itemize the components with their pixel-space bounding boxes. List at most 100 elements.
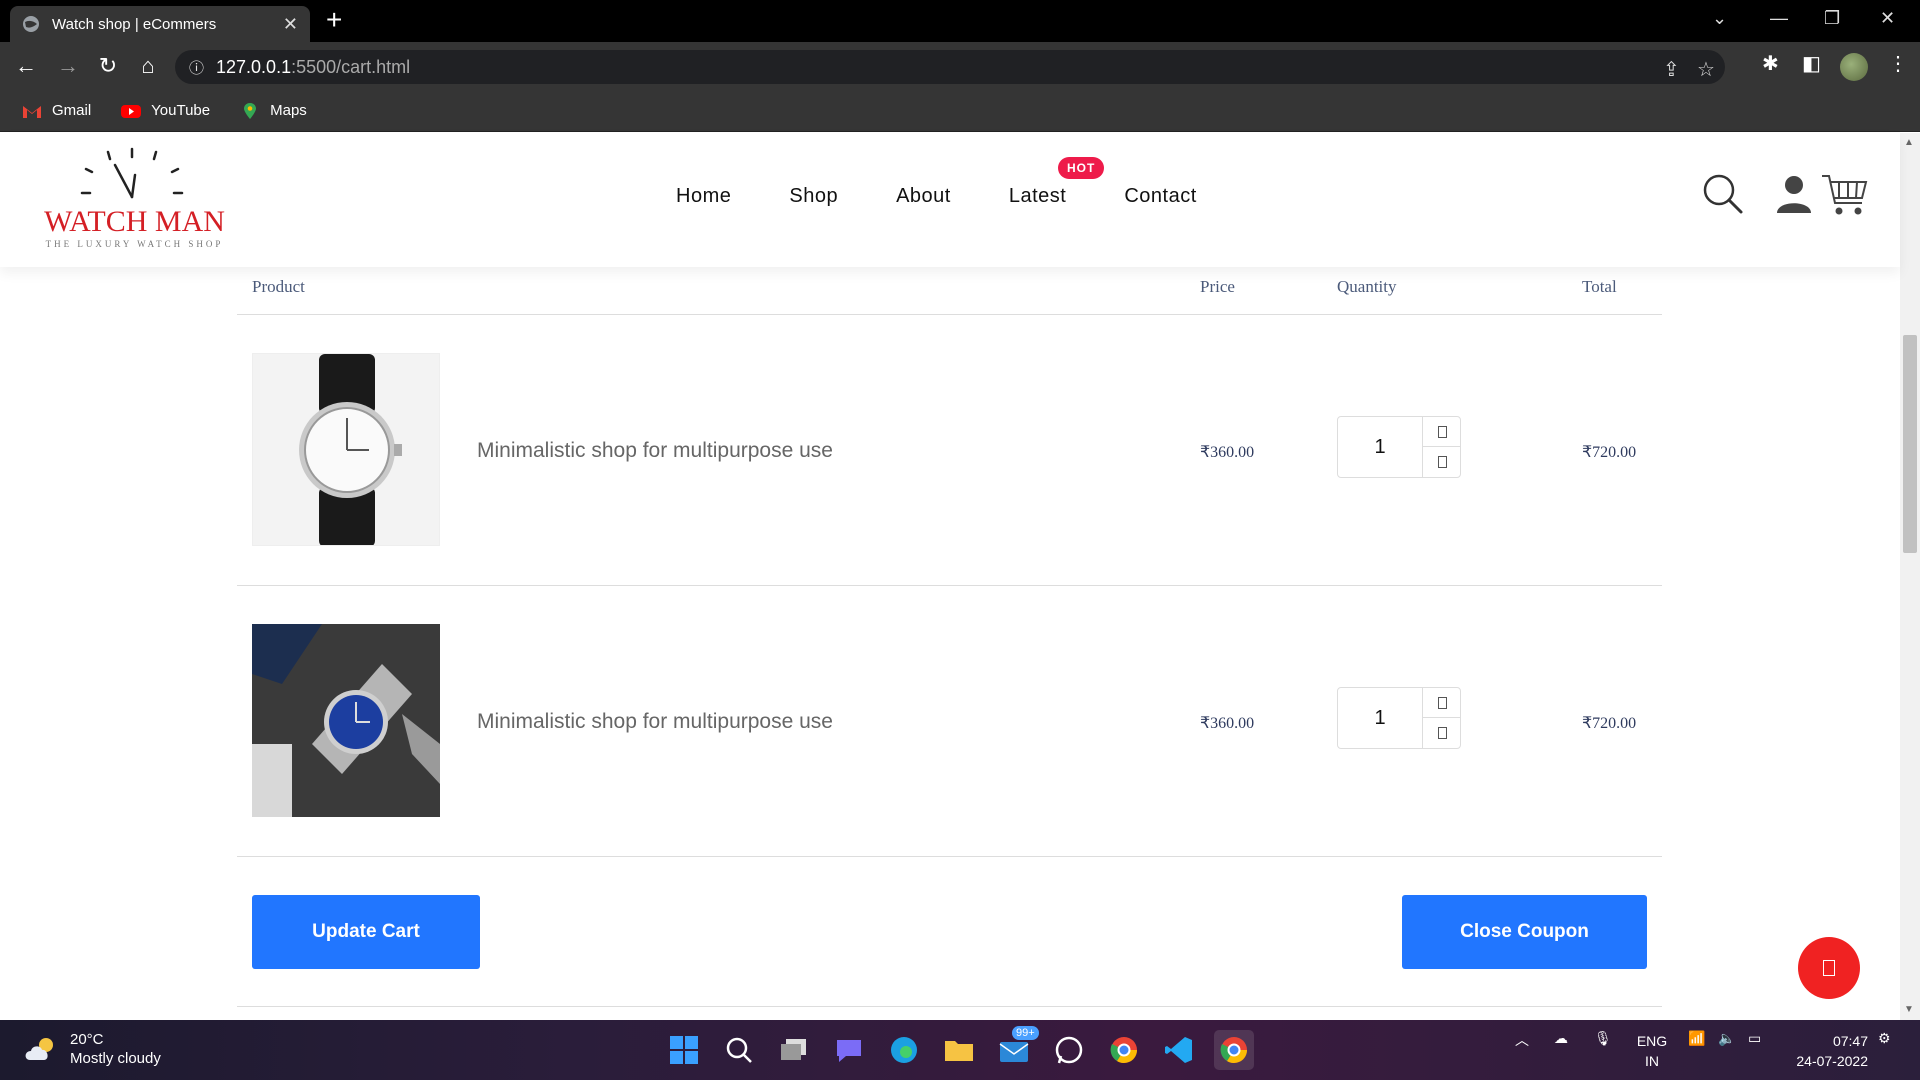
chevron-up-icon[interactable]: ︿	[1515, 1030, 1529, 1050]
notification-badge: 99+	[1012, 1026, 1039, 1040]
url-host: 127.0.0.1	[216, 56, 292, 77]
reload-icon[interactable]: ↻	[94, 52, 122, 80]
arrow-up-icon	[1437, 425, 1447, 438]
bookmark-youtube[interactable]: YouTube	[121, 102, 210, 119]
quantity-increment-button[interactable]	[1422, 417, 1461, 447]
quantity-decrement-button[interactable]	[1422, 718, 1461, 748]
url-path: :5500/cart.html	[291, 56, 411, 77]
wifi-icon[interactable]: 📶	[1688, 1030, 1705, 1047]
chrome-icon	[1110, 1037, 1138, 1064]
logo-wordmark[interactable]: WATCH MAN	[42, 205, 227, 239]
cart-actions: Update Cart Close Coupon	[237, 857, 1662, 1007]
input-language[interactable]: ENG IN	[1632, 1031, 1672, 1071]
minimize-icon[interactable]: —	[1770, 8, 1788, 29]
microphone-icon[interactable]: 🎙	[1594, 1030, 1612, 1047]
info-icon[interactable]: ⓘ	[189, 57, 204, 78]
cart-row: Minimalistic shop for multipurpose use ₹…	[237, 315, 1662, 586]
clock-logo-icon	[80, 147, 184, 199]
side-panel-icon[interactable]: ◧	[1802, 51, 1821, 76]
bookmark-gmail[interactable]: Gmail	[22, 102, 91, 119]
edge-button[interactable]	[884, 1030, 924, 1070]
product-name[interactable]: Minimalistic shop for multipurpose use	[477, 710, 833, 734]
onedrive-icon[interactable]: ☁	[1554, 1030, 1568, 1047]
logo-tagline: THE LUXURY WATCH SHOP	[45, 239, 224, 249]
back-icon[interactable]: ←	[12, 52, 40, 80]
taskbar-search-button[interactable]	[719, 1030, 759, 1070]
menu-dots-icon[interactable]: ⋮	[1888, 51, 1908, 76]
mail-icon	[999, 1042, 1029, 1062]
scroll-up-icon[interactable]: ▲	[1904, 137, 1914, 148]
tab-title: Watch shop | eCommers	[52, 15, 217, 33]
globe-icon	[23, 16, 39, 32]
user-icon[interactable]	[1774, 173, 1814, 215]
header-price: Price	[1200, 277, 1235, 296]
quantity-decrement-button[interactable]	[1422, 447, 1461, 477]
bookmark-label: Gmail	[52, 102, 92, 119]
bookmark-star-icon[interactable]: ☆	[1697, 57, 1715, 82]
bookmark-maps[interactable]: Maps	[240, 102, 307, 119]
notifications-icon[interactable]: ⚙	[1878, 1030, 1891, 1047]
nav-home[interactable]: Home	[676, 185, 731, 208]
forward-icon[interactable]: →	[54, 52, 82, 80]
battery-icon[interactable]: ▭	[1748, 1030, 1761, 1047]
new-tab-button[interactable]: +	[326, 6, 342, 34]
scrollbar-thumb[interactable]	[1903, 335, 1917, 553]
cart-table: Product Price Quantity Total Minimalisti…	[237, 267, 1662, 1007]
weather-temperature: 20°C	[70, 1031, 104, 1048]
tab-search-icon[interactable]: ⌄	[1712, 8, 1727, 29]
scroll-down-icon[interactable]: ▼	[1904, 1004, 1914, 1015]
scrollbar-track[interactable]	[1900, 133, 1920, 1020]
restore-icon[interactable]: ❐	[1824, 8, 1840, 29]
url-input[interactable]: ⓘ 127.0.0.1 :5500/cart.html ⇪ ☆	[175, 50, 1725, 84]
bookmarks-bar: Gmail YouTube Maps	[0, 90, 1920, 132]
main-nav: Home Shop About Latest Contact	[676, 185, 1255, 208]
chrome-button[interactable]	[1104, 1030, 1144, 1070]
teams-chat-button[interactable]	[829, 1030, 869, 1070]
quantity-input[interactable]: 1	[1338, 417, 1422, 477]
vscode-button[interactable]	[1159, 1030, 1199, 1070]
weather-widget[interactable]: 20°C Mostly cloudy	[24, 1030, 161, 1068]
vscode-icon	[1165, 1037, 1192, 1063]
product-image-white-watch[interactable]	[252, 353, 440, 546]
volume-icon[interactable]: 🔈	[1718, 1030, 1735, 1047]
quantity-stepper[interactable]: 1	[1337, 416, 1461, 478]
whatsapp-button[interactable]	[1049, 1030, 1089, 1070]
nav-contact[interactable]: Contact	[1124, 185, 1196, 208]
arrow-down-icon	[1437, 727, 1447, 739]
share-icon[interactable]: ⇪	[1663, 57, 1680, 82]
mail-button[interactable]: 99+	[994, 1026, 1039, 1070]
file-explorer-button[interactable]	[939, 1030, 979, 1070]
quantity-increment-button[interactable]	[1422, 688, 1461, 718]
nav-about[interactable]: About	[896, 185, 951, 208]
start-button[interactable]	[664, 1030, 704, 1070]
chrome-icon	[1220, 1037, 1248, 1064]
profile-avatar[interactable]	[1840, 53, 1868, 81]
cloud-icon	[25, 1038, 53, 1060]
browser-tab[interactable]: Watch shop | eCommers ✕	[10, 6, 310, 42]
cart-table-header: Product Price Quantity Total	[237, 267, 1662, 315]
tab-close-button[interactable]: ✕	[283, 14, 298, 35]
update-cart-button[interactable]: Update Cart	[252, 895, 480, 969]
quantity-input[interactable]: 1	[1338, 688, 1422, 748]
home-icon[interactable]: ⌂	[134, 52, 162, 80]
task-view-button[interactable]	[774, 1030, 814, 1070]
search-icon[interactable]	[1702, 173, 1744, 215]
chrome-profile-button[interactable]	[1214, 1030, 1254, 1070]
product-image-blue-watch[interactable]	[252, 624, 440, 817]
nav-shop[interactable]: Shop	[789, 185, 838, 208]
quantity-stepper[interactable]: 1	[1337, 687, 1461, 749]
folder-icon	[945, 1041, 973, 1061]
back-to-top-button[interactable]	[1798, 937, 1860, 999]
product-price: ₹360.00	[1200, 444, 1255, 461]
extensions-icon[interactable]: ✱	[1762, 51, 1779, 76]
cart-icon[interactable]	[1820, 173, 1868, 217]
product-name[interactable]: Minimalistic shop for multipurpose use	[477, 439, 833, 463]
youtube-icon	[121, 104, 142, 118]
clock-time: 07:47	[1832, 1033, 1868, 1049]
nav-latest[interactable]: Latest	[1009, 185, 1066, 208]
bookmark-label: Maps	[270, 102, 307, 119]
close-coupon-button[interactable]: Close Coupon	[1402, 895, 1647, 969]
arrow-down-icon	[1437, 456, 1447, 468]
system-clock[interactable]: 07:47 24-07-2022	[1780, 1031, 1868, 1071]
close-window-icon[interactable]: ✕	[1880, 8, 1895, 29]
